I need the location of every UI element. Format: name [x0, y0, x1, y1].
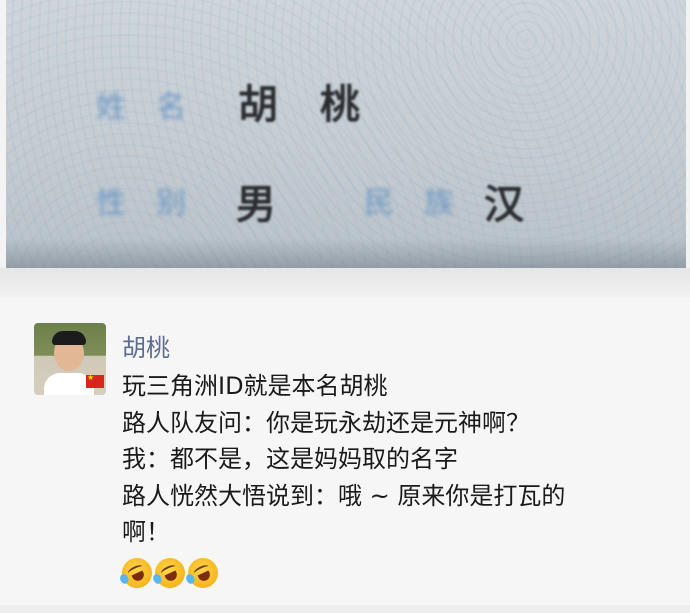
post-content: 玩三角洲ID就是本名胡桃 路人队友问：你是玩永劫还是元神啊？ 我：都不是，这是妈…	[122, 368, 662, 551]
rofl-emoji-icon	[117, 553, 157, 593]
id-ethnicity-value: 汉	[484, 182, 524, 228]
rofl-emoji-icon	[183, 553, 223, 593]
id-card-photo: 姓名 胡桃 性别 男 民族 汉	[6, 0, 686, 268]
id-sex-label: 性别	[96, 186, 216, 221]
post-line: 我：都不是，这是妈妈取的名字	[122, 445, 458, 473]
rofl-emoji-icon	[150, 553, 190, 593]
id-name-label: 姓名	[96, 90, 216, 125]
id-sex-value: 男	[236, 182, 276, 228]
post-author[interactable]: 胡桃	[122, 328, 170, 363]
avatar-hair	[52, 331, 86, 345]
id-ethnicity-label: 民族	[364, 186, 484, 221]
image-divider	[0, 268, 690, 298]
post-line: 路人恍然大悟说到：哦 ~ 原来你是打瓦的	[122, 481, 566, 510]
flag-icon	[86, 373, 104, 388]
emoji-row	[117, 553, 223, 593]
avatar[interactable]	[34, 323, 106, 395]
bottom-divider	[0, 605, 690, 613]
post-line: 玩三角洲ID就是本名胡桃	[122, 372, 388, 400]
post-line: 啊！	[122, 518, 170, 546]
social-post: 胡桃 玩三角洲ID就是本名胡桃 路人队友问：你是玩永劫还是元神啊？ 我：都不是，…	[0, 298, 690, 613]
post-line: 路人队友问：你是玩永劫还是元神啊？	[122, 408, 530, 437]
id-name-value: 胡桃	[238, 82, 402, 128]
